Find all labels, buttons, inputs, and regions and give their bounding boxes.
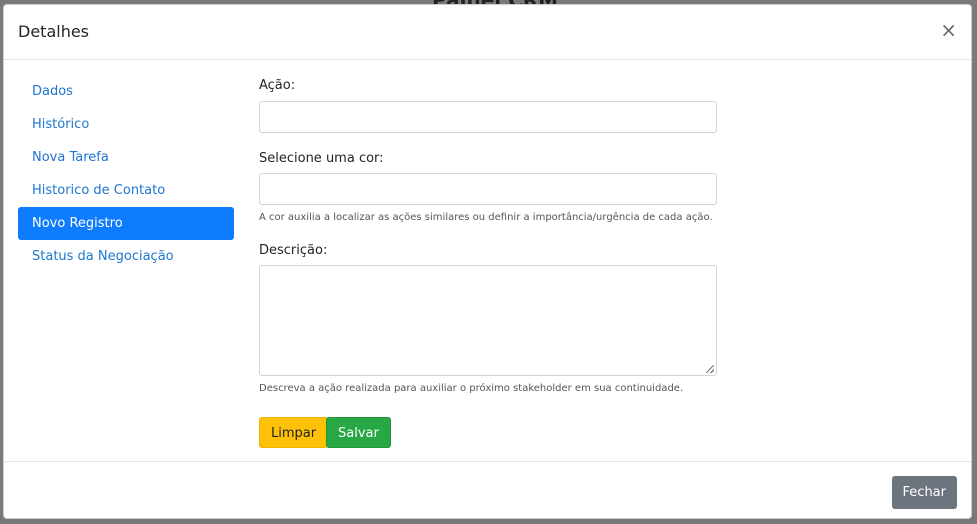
sidebar-nav: Dados Histórico Nova Tarefa Historico de…	[18, 75, 234, 273]
modal-footer: Fechar	[4, 461, 971, 518]
save-button[interactable]: Salvar	[326, 417, 391, 448]
acao-label: Ação:	[259, 78, 296, 93]
descricao-label: Descrição:	[259, 243, 328, 258]
descricao-help-text: Descreva a ação realizada para auxiliar …	[259, 383, 684, 394]
sidebar-item-nova-tarefa[interactable]: Nova Tarefa	[18, 141, 234, 174]
sidebar-item-historico-de-contato[interactable]: Historico de Contato	[18, 174, 234, 207]
descricao-textarea[interactable]	[259, 265, 717, 376]
resize-grip-icon[interactable]	[706, 365, 714, 373]
details-modal: Detalhes × Dados Histórico Nova Tarefa H…	[3, 4, 972, 519]
modal-header: Detalhes ×	[4, 5, 971, 60]
color-input[interactable]	[259, 173, 717, 205]
acao-input[interactable]	[259, 101, 717, 133]
clear-button[interactable]: Limpar	[259, 417, 329, 448]
close-icon[interactable]: ×	[940, 20, 957, 40]
close-button[interactable]: Fechar	[891, 476, 957, 509]
sidebar-item-novo-registro[interactable]: Novo Registro	[18, 207, 234, 240]
modal-title: Detalhes	[18, 22, 90, 41]
cor-label: Selecione uma cor:	[259, 151, 384, 166]
cor-help-text: A cor auxilia a localizar as ações simil…	[259, 212, 713, 223]
sidebar-item-status-da-negociacao[interactable]: Status da Negociação	[18, 240, 234, 273]
sidebar-item-historico[interactable]: Histórico	[18, 108, 234, 141]
sidebar-item-dados[interactable]: Dados	[18, 75, 234, 108]
